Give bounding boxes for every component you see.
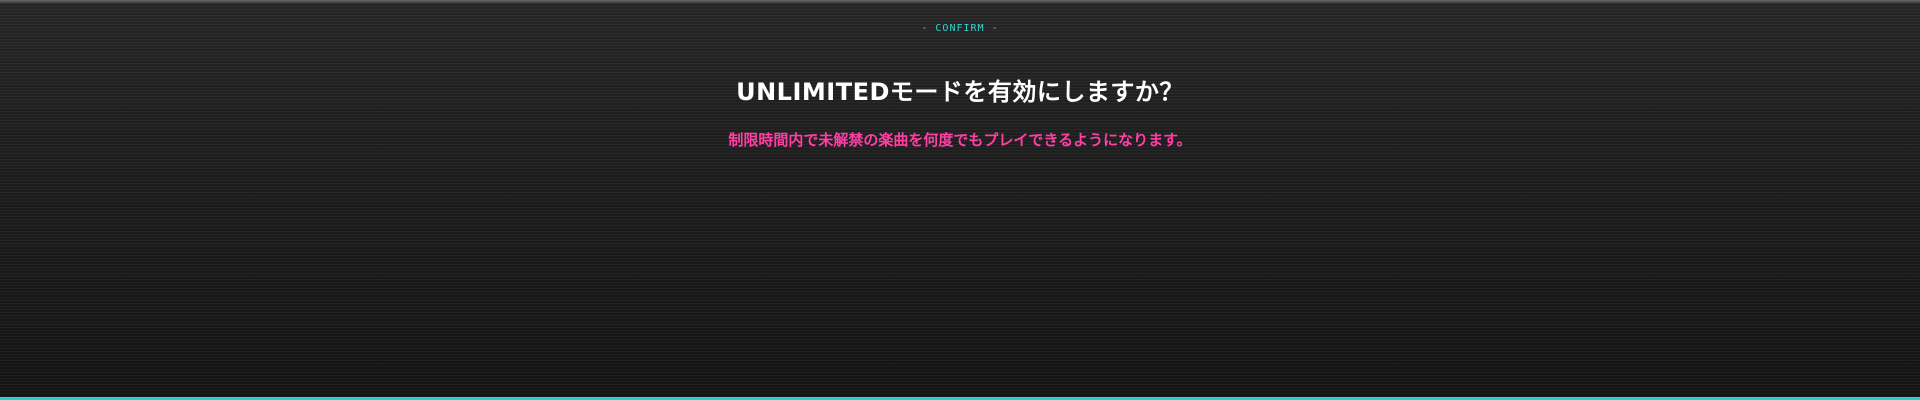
confirm-dialog-screen: - CONFIRM - UNLIMITEDモードを有効にしますか？ 制限時間内で… [0,0,1920,400]
dialog-message: 制限時間内で未解禁の楽曲を何度でもプレイできるようになります。 [728,131,1192,149]
top-edge-bar [0,0,1920,5]
confirm-header-label: - CONFIRM - [921,23,999,34]
dialog-title: UNLIMITEDモードを有効にしますか？ [736,78,1184,106]
